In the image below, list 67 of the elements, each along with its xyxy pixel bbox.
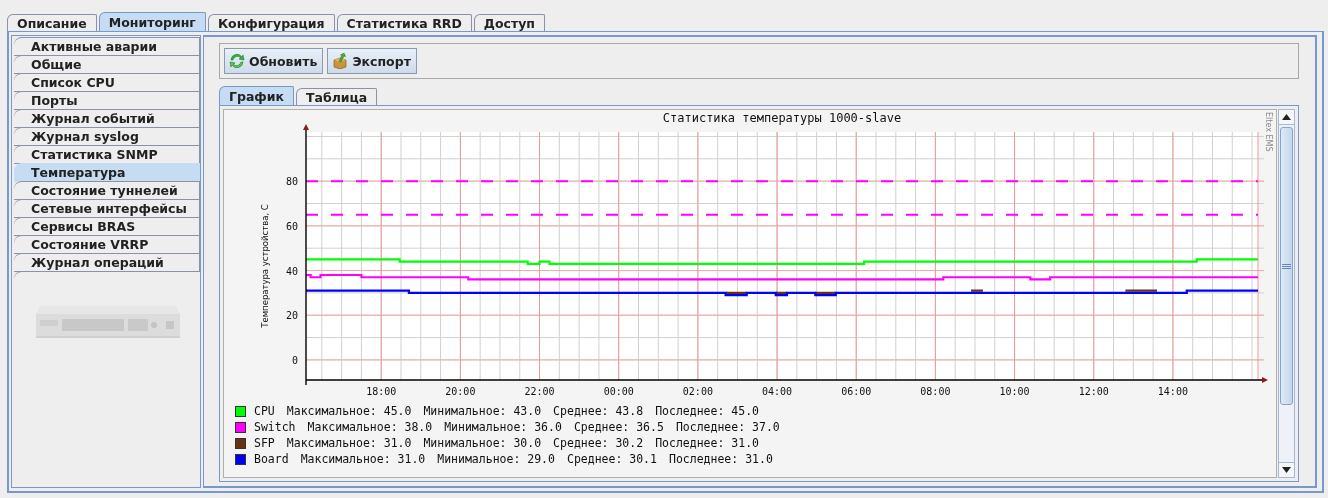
down-arrow-icon[interactable] bbox=[1282, 467, 1291, 473]
legend-stat: Последнее: 31.0 bbox=[668, 451, 773, 467]
sidebar-item[interactable]: Сервисы BRAS bbox=[14, 217, 200, 236]
toolbar-button[interactable]: Обновить bbox=[224, 48, 324, 74]
legend-stat: Среднее: 30.1 bbox=[566, 451, 657, 467]
refresh-icon bbox=[229, 53, 245, 69]
tick-label: 08:00 bbox=[920, 386, 951, 397]
side-text: Eltex EMS bbox=[1264, 112, 1273, 152]
sidebar-item[interactable]: Журнал операций bbox=[14, 253, 200, 272]
tick-label: 04:00 bbox=[762, 386, 793, 397]
legend-stat: Последнее: 45.0 bbox=[655, 403, 759, 419]
legend-stat: Среднее: 43.8 bbox=[553, 403, 644, 419]
sidebar-item[interactable]: Состояние VRRP bbox=[14, 235, 200, 254]
sidebar-item[interactable]: Статистика SNMP bbox=[14, 145, 200, 164]
sidebar-item[interactable]: Активные аварии bbox=[14, 37, 200, 56]
legend-name: CPU bbox=[254, 403, 275, 419]
sidebar-item[interactable]: Журнал syslog bbox=[14, 127, 200, 146]
sidebar-item[interactable]: Состояние туннелей bbox=[14, 181, 200, 200]
tab[interactable]: Мониторинг bbox=[98, 12, 206, 31]
tab[interactable]: Статистика RRD bbox=[336, 14, 472, 31]
tick-label: 0 bbox=[291, 354, 298, 366]
tick-label: 20:00 bbox=[445, 386, 476, 397]
tick-label: 20 bbox=[285, 310, 298, 322]
tab[interactable]: Конфигурация bbox=[207, 14, 335, 31]
tab[interactable]: Описание bbox=[7, 14, 97, 31]
toolbar-button[interactable]: Экспорт bbox=[327, 48, 417, 74]
legend-name: Board bbox=[254, 451, 289, 467]
tick-label: 22:00 bbox=[524, 386, 555, 397]
legend-stat: Минимальное: 29.0 bbox=[437, 451, 555, 467]
sidebar-item[interactable]: Порты bbox=[14, 91, 200, 110]
tab[interactable]: График bbox=[219, 86, 294, 105]
legend-name: SFP bbox=[254, 435, 275, 451]
tick-label: 12:00 bbox=[1078, 386, 1109, 397]
legend-stat: Максимальное: 31.0 bbox=[300, 451, 426, 467]
tick-label: 40 bbox=[285, 265, 298, 277]
tick-label: 06:00 bbox=[841, 386, 872, 397]
legend-stat: Среднее: 36.5 bbox=[573, 419, 664, 435]
chart-title: Статистика температуры 1000-slave bbox=[662, 111, 902, 125]
sidebar-item[interactable]: Сетевые интерфейсы bbox=[14, 199, 200, 218]
sidebar-item[interactable]: Общие bbox=[14, 55, 200, 74]
tick-label: 60 bbox=[285, 220, 298, 232]
box-arrow-icon bbox=[332, 53, 349, 69]
sidebar-item[interactable]: Журнал событий bbox=[14, 109, 200, 128]
axis-label: Температура устройства, С bbox=[260, 204, 270, 328]
legend-stat: Последнее: 37.0 bbox=[675, 419, 780, 435]
legend-stat: Минимальное: 43.0 bbox=[423, 403, 542, 419]
up-arrow-icon[interactable] bbox=[1282, 114, 1291, 120]
tab[interactable]: Таблица bbox=[296, 88, 378, 105]
legend-stat: Минимальное: 36.0 bbox=[444, 419, 562, 435]
tick-label: 18:00 bbox=[366, 386, 397, 397]
legend-stat: Среднее: 30.2 bbox=[553, 435, 644, 451]
grip-icon bbox=[1282, 263, 1291, 269]
tick-label: 00:00 bbox=[603, 386, 634, 397]
tick-label: 14:00 bbox=[1157, 386, 1188, 397]
scrollbar[interactable] bbox=[1278, 109, 1295, 478]
legend-stat: Максимальное: 31.0 bbox=[286, 435, 412, 451]
sidebar-item[interactable]: Список CPU bbox=[14, 73, 200, 92]
legend-name: Switch bbox=[254, 419, 296, 435]
tick-label: 80 bbox=[285, 176, 298, 188]
tick-label: 10:00 bbox=[999, 386, 1030, 397]
sidebar-item[interactable]: Температура bbox=[14, 163, 200, 182]
legend-stat: Максимальное: 38.0 bbox=[307, 419, 433, 435]
tab[interactable]: Доступ bbox=[473, 14, 545, 31]
tick-label: 02:00 bbox=[682, 386, 713, 397]
legend-stat: Максимальное: 45.0 bbox=[286, 403, 412, 419]
legend-stat: Последнее: 31.0 bbox=[655, 435, 759, 451]
legend-stat: Минимальное: 30.0 bbox=[423, 435, 542, 451]
